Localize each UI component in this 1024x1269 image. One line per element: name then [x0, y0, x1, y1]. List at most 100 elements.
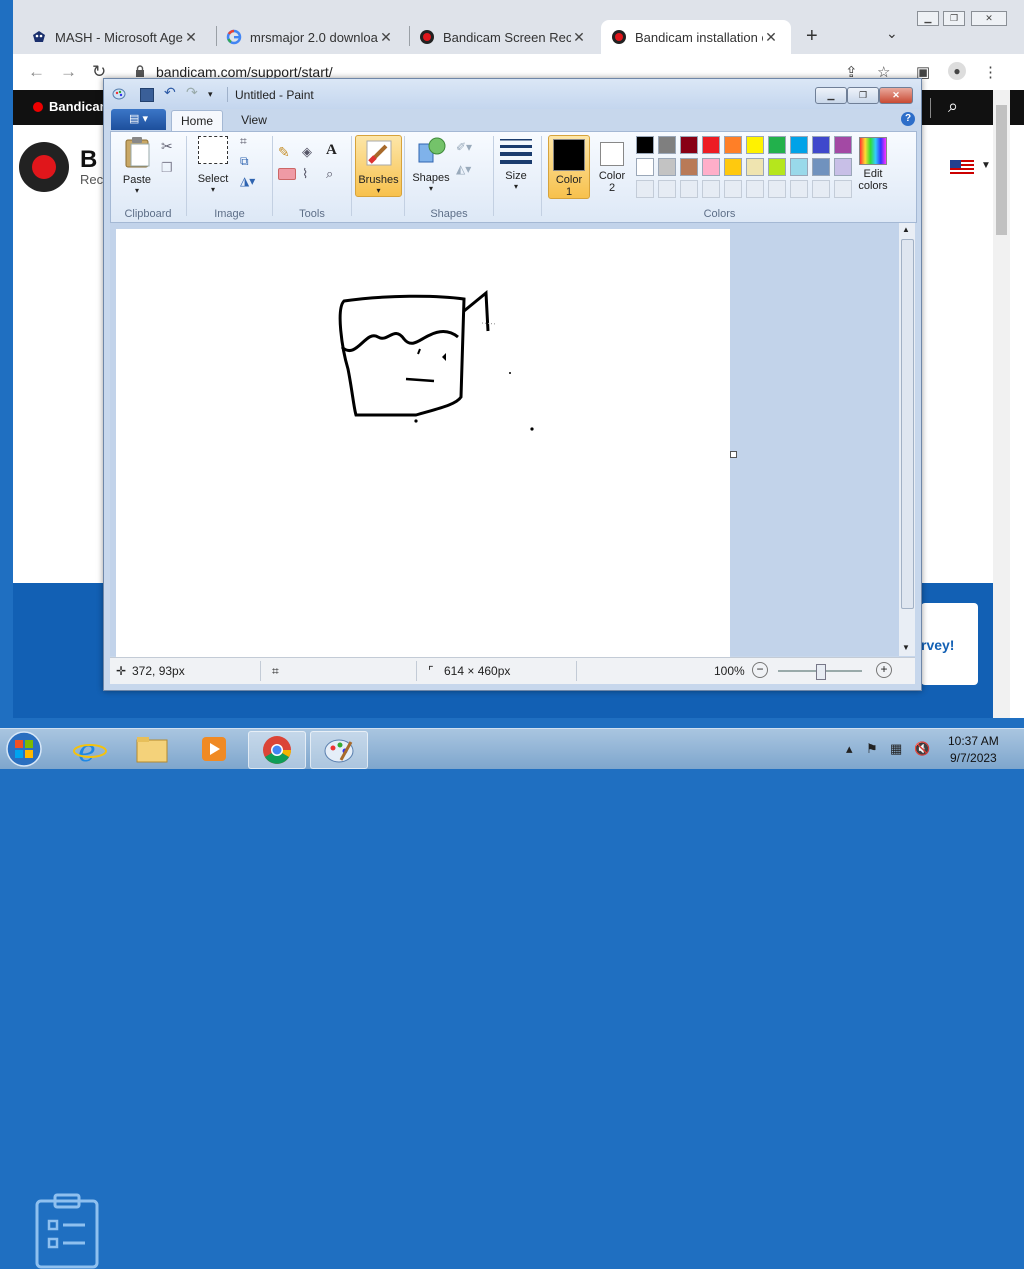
palette-swatch[interactable]	[834, 136, 852, 154]
paste-button[interactable]: Paste ▾	[117, 136, 157, 195]
palette-swatch[interactable]	[790, 180, 808, 198]
taskbar-media-player[interactable]	[186, 731, 242, 767]
fill-bucket-icon[interactable]: ◈	[302, 144, 320, 162]
eraser-icon[interactable]	[278, 168, 296, 180]
close-tab-icon[interactable]: ✕	[763, 29, 779, 46]
canvas-scrollbar-thumb[interactable]	[901, 239, 914, 609]
page-scrollbar[interactable]	[993, 90, 1010, 718]
taskbar-paint[interactable]	[310, 731, 368, 769]
palette-swatch[interactable]	[702, 158, 720, 176]
edit-colors-button[interactable]: Edit colors	[853, 137, 893, 192]
close-tab-icon[interactable]: ✕	[183, 29, 199, 46]
fill-icon[interactable]: ◭▾	[456, 162, 482, 180]
palette-swatch[interactable]	[702, 136, 720, 154]
palette-swatch[interactable]	[658, 180, 676, 198]
clock-time[interactable]: 10:37 AM	[948, 734, 999, 748]
palette-swatch[interactable]	[746, 180, 764, 198]
back-icon[interactable]: ←	[28, 62, 45, 82]
tab-mrsmajor[interactable]: mrsmajor 2.0 download ✕	[226, 20, 406, 54]
palette-swatch[interactable]	[680, 158, 698, 176]
palette-swatch[interactable]	[790, 136, 808, 154]
zoom-slider[interactable]	[778, 664, 862, 680]
palette-swatch[interactable]	[812, 158, 830, 176]
palette-swatch[interactable]	[658, 136, 676, 154]
palette-swatch[interactable]	[680, 136, 698, 154]
palette-swatch[interactable]	[724, 180, 742, 198]
taskbar-explorer[interactable]	[124, 731, 180, 767]
us-flag-icon[interactable]	[950, 160, 974, 176]
shapes-button[interactable]: Shapes ▾	[410, 136, 452, 193]
action-center-icon[interactable]: ⚑	[866, 741, 878, 757]
undo-icon[interactable]: ↶	[164, 84, 178, 100]
color1-button[interactable]: Color 1	[548, 135, 590, 199]
close-tab-icon[interactable]: ✕	[571, 29, 587, 46]
save-icon[interactable]	[140, 88, 154, 102]
text-tool-icon[interactable]: A	[326, 142, 344, 160]
palette-swatch[interactable]	[724, 136, 742, 154]
tab-search-chevron-icon[interactable]: ⌄	[886, 25, 898, 42]
search-icon[interactable]: ⌕	[948, 96, 958, 117]
palette-swatch[interactable]	[680, 180, 698, 198]
resize-icon[interactable]: ⧉	[240, 154, 258, 172]
outline-icon[interactable]: ✐▾	[456, 140, 482, 158]
tab-bandicam-installation[interactable]: Bandicam installation co ✕	[601, 20, 791, 54]
color2-button[interactable]: Color 2	[592, 135, 632, 197]
profile-avatar-icon[interactable]: ●	[948, 62, 966, 80]
help-icon[interactable]: ?	[901, 112, 915, 126]
paint-minimize-button[interactable]: ▁	[815, 87, 847, 104]
forward-icon[interactable]: →	[60, 62, 77, 82]
palette-swatch[interactable]	[768, 158, 786, 176]
paint-file-menu-button[interactable]: ▤ ▾	[111, 109, 166, 130]
zoom-in-icon[interactable]: +	[876, 662, 892, 678]
crop-icon[interactable]: ⌗	[240, 134, 258, 152]
tab-home[interactable]: Home	[171, 110, 223, 132]
palette-swatch[interactable]	[768, 180, 786, 198]
cut-icon[interactable]: ✂	[161, 138, 179, 156]
palette-swatch[interactable]	[746, 158, 764, 176]
network-icon[interactable]: ▦	[890, 741, 902, 757]
canvas-resize-handle[interactable]	[730, 451, 737, 458]
select-button[interactable]: Select ▾	[192, 136, 234, 194]
customize-quick-access-icon[interactable]: ▾	[208, 89, 222, 103]
palette-swatch[interactable]	[812, 180, 830, 198]
palette-swatch[interactable]	[636, 136, 654, 154]
color-picker-icon[interactable]: ⌇	[302, 166, 320, 184]
site-top-bar-brand[interactable]: Bandicam	[33, 99, 111, 114]
palette-swatch[interactable]	[834, 158, 852, 176]
redo-icon[interactable]: ↷	[186, 84, 200, 100]
palette-swatch[interactable]	[724, 158, 742, 176]
palette-swatch[interactable]	[834, 180, 852, 198]
palette-swatch[interactable]	[812, 136, 830, 154]
bandicam-logo-icon[interactable]	[19, 142, 69, 192]
size-button[interactable]: Size ▾	[497, 136, 535, 191]
show-hidden-icons-icon[interactable]: ▴	[846, 741, 853, 757]
zoom-out-icon[interactable]: −	[752, 662, 768, 678]
volume-muted-icon[interactable]: 🔇	[914, 741, 930, 757]
scroll-up-icon[interactable]: ▲	[902, 225, 910, 234]
tab-mash[interactable]: MASH - Microsoft Agen ✕	[31, 20, 211, 54]
menu-dots-icon[interactable]: ⋮	[983, 63, 998, 81]
taskbar-chrome[interactable]	[248, 731, 306, 769]
new-tab-button[interactable]: +	[806, 25, 818, 48]
palette-swatch[interactable]	[658, 158, 676, 176]
paint-app-icon[interactable]	[112, 87, 126, 101]
scrollbar-thumb[interactable]	[996, 105, 1007, 235]
clock-date[interactable]: 9/7/2023	[950, 751, 997, 765]
taskbar-ie[interactable]: e	[62, 731, 118, 769]
drawing-canvas[interactable]	[116, 229, 730, 663]
rotate-icon[interactable]: ◮▾	[240, 174, 258, 192]
tab-view[interactable]: View	[230, 110, 278, 131]
windows-start-icon[interactable]	[4, 730, 44, 768]
palette-swatch[interactable]	[790, 158, 808, 176]
brushes-button[interactable]: Brushes ▾	[355, 135, 402, 197]
scroll-down-icon[interactable]: ▼	[902, 643, 910, 652]
close-tab-icon[interactable]: ✕	[378, 29, 394, 46]
copy-icon[interactable]: ❐	[161, 160, 179, 178]
survey-button[interactable]: rvey!	[921, 603, 978, 685]
caret-down-icon[interactable]: ▼	[981, 160, 991, 171]
close-window-button[interactable]: ✕	[971, 11, 1007, 26]
canvas-vertical-scrollbar[interactable]: ▲ ▼	[899, 223, 915, 656]
palette-swatch[interactable]	[636, 158, 654, 176]
zoom-slider-thumb[interactable]	[816, 664, 826, 680]
minimize-button[interactable]: ▁	[917, 11, 939, 26]
